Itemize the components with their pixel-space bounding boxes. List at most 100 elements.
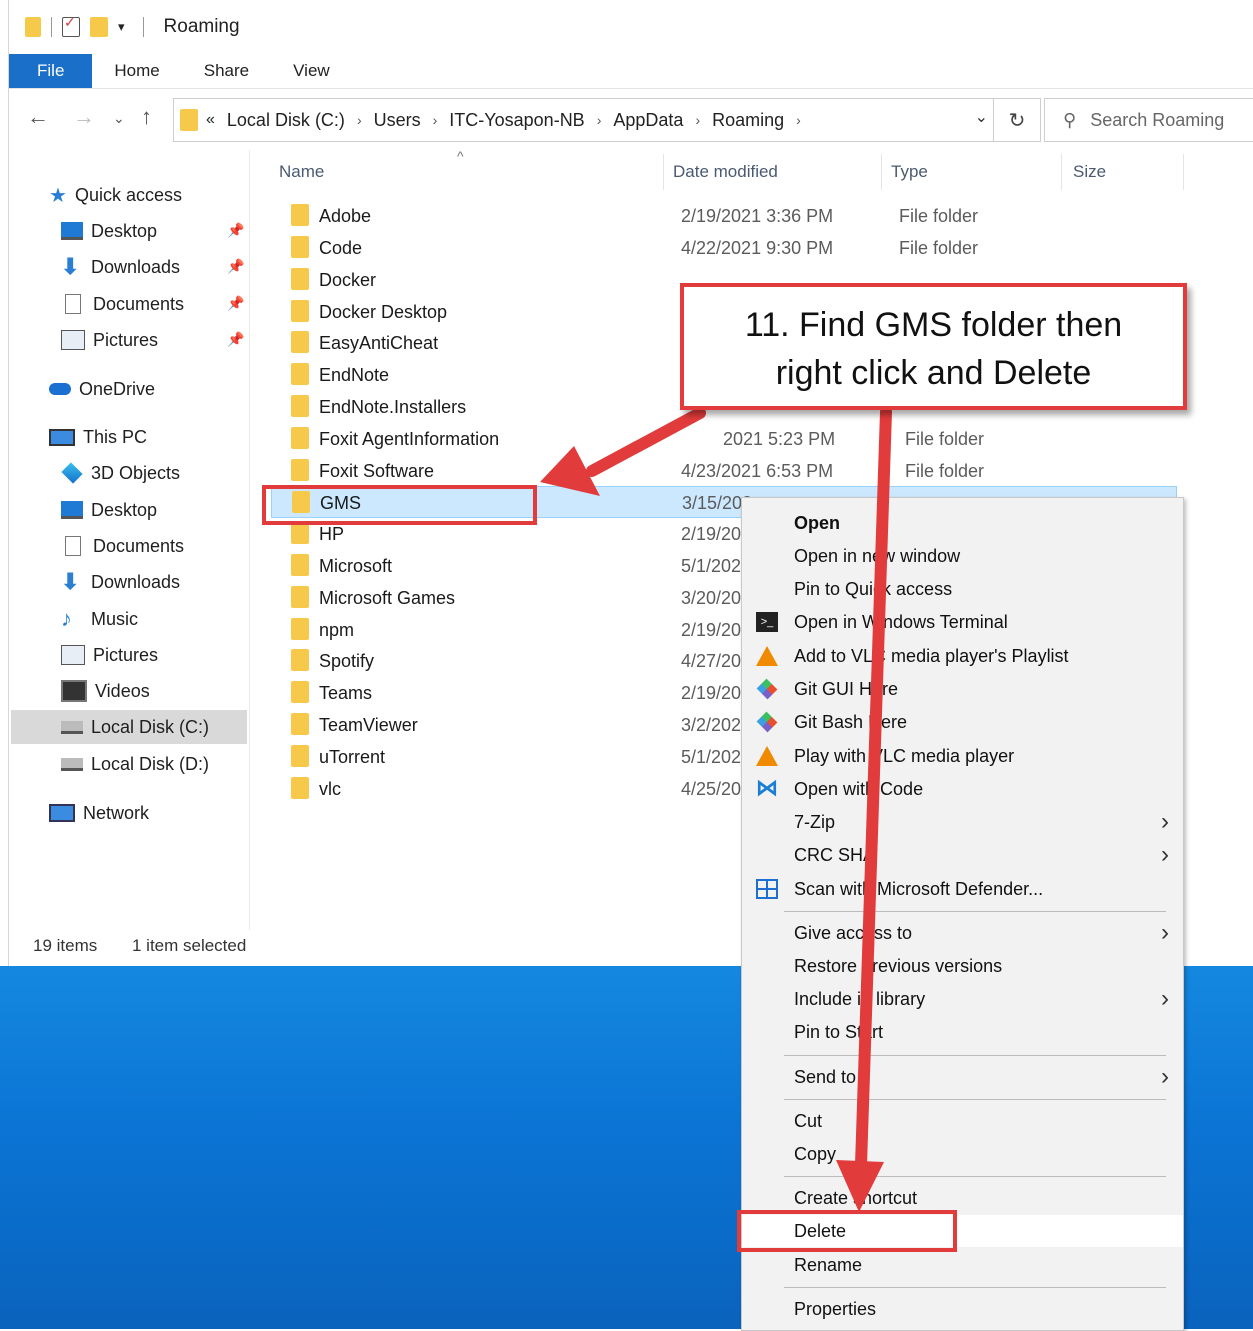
nav-videos[interactable]: Videos <box>61 674 150 708</box>
chevron-right-icon: › <box>1161 808 1169 835</box>
menu-item-include-library[interactable]: Include in library › <box>742 983 1183 1015</box>
menu-item-open-code[interactable]: ⋈ Open with Code <box>742 773 1183 805</box>
list-item[interactable]: Foxit Software 4/23/2021 6:53 PM File fold… <box>271 455 1177 487</box>
video-icon <box>61 680 87 702</box>
nav-pc-pictures[interactable]: Pictures <box>61 638 158 672</box>
properties-icon[interactable] <box>62 14 80 37</box>
folder-icon <box>291 395 309 417</box>
chevron-right-icon: › <box>1161 1063 1169 1090</box>
nav-pc-downloads[interactable]: ⬇ Downloads <box>61 565 180 599</box>
document-icon <box>65 536 81 556</box>
breadcrumb-appdata[interactable]: AppData <box>613 110 683 131</box>
breadcrumb-overflow[interactable]: « <box>206 111 215 129</box>
nav-downloads[interactable]: ⬇ Downloads <box>61 250 180 284</box>
breadcrumb-user[interactable]: ITC-Yosapon-NB <box>449 110 584 131</box>
download-icon: ⬇ <box>61 254 80 279</box>
column-size[interactable]: Size <box>1073 162 1106 182</box>
menu-item-pin-start[interactable]: Pin to Start <box>742 1016 1183 1048</box>
menu-item-cut[interactable]: Cut <box>742 1105 1183 1137</box>
folder-icon <box>291 427 309 449</box>
menu-item-git-bash[interactable]: Git Bash Here <box>742 706 1183 738</box>
nav-pc-desktop[interactable]: Desktop <box>61 493 157 527</box>
list-item[interactable]: Adobe 2/19/2021 3:36 PM File folder <box>271 200 1177 232</box>
tab-home[interactable]: Home <box>92 54 181 88</box>
nav-desktop[interactable]: Desktop <box>61 214 157 248</box>
nav-local-disk-d[interactable]: Local Disk (D:) <box>61 747 209 781</box>
terminal-icon: >_ <box>756 612 778 632</box>
menu-item-properties[interactable]: Properties <box>742 1293 1183 1325</box>
nav-network[interactable]: Network <box>49 796 149 830</box>
drive-icon <box>61 720 83 734</box>
search-icon: ⚲ <box>1063 109 1077 130</box>
breadcrumb-roaming[interactable]: Roaming <box>712 110 784 131</box>
refresh-icon[interactable]: ↻ <box>993 99 1040 141</box>
list-item[interactable]: Code 4/22/2021 9:30 PM File folder <box>271 232 1177 264</box>
back-arrow-icon[interactable]: ← <box>27 104 49 130</box>
menu-item-open-new-window[interactable]: Open in new window <box>742 540 1183 572</box>
annotation-line-2: right click and Delete <box>775 354 1092 392</box>
nav-music[interactable]: ♪ Music <box>61 602 138 636</box>
menu-item-add-vlc-playlist[interactable]: Add to VLC media player's Playlist <box>742 640 1183 672</box>
menu-item-pin-quick-access[interactable]: Pin to Quick access <box>742 573 1183 605</box>
folder-icon <box>180 109 198 131</box>
menu-item-git-gui[interactable]: Git GUI Here <box>742 673 1183 705</box>
menu-item-scan-defender[interactable]: Scan with Microsoft Defender... <box>742 873 1183 905</box>
pictures-icon <box>61 330 85 350</box>
navigation-bar: ← → ⌄ ↑ « Local Disk (C:) › Users › ITC-Yo… <box>9 96 1253 144</box>
menu-item-7zip[interactable]: 7-Zip › <box>742 806 1183 838</box>
tab-view[interactable]: View <box>271 54 352 88</box>
pin-icon: 📌 <box>227 258 245 274</box>
column-type[interactable]: Type <box>891 162 928 182</box>
pin-icon: 📌 <box>227 295 245 311</box>
customize-toolbar-icon[interactable]: ▾ <box>118 19 125 35</box>
navigation-pane: ★ Quick access Desktop 📌 ⬇ Downloads 📌 Doc… <box>9 150 250 930</box>
list-item[interactable]: Foxit AgentInformation 2021 5:23 PM File f… <box>271 423 1177 455</box>
nav-3d-objects[interactable]: 3D Objects <box>61 456 180 490</box>
nav-quick-access[interactable]: ★ Quick access <box>49 178 182 212</box>
menu-item-restore-versions[interactable]: Restore previous versions <box>742 950 1183 982</box>
folder-icon <box>291 745 309 767</box>
menu-item-give-access[interactable]: Give access to › <box>742 917 1183 949</box>
folder-icon <box>291 204 309 226</box>
delete-highlight-box <box>737 1210 957 1252</box>
search-input[interactable]: ⚲ Search Roaming <box>1044 98 1253 142</box>
breadcrumb-users[interactable]: Users <box>374 110 421 131</box>
git-icon <box>756 711 778 733</box>
pin-icon: 📌 <box>227 222 245 238</box>
address-bar[interactable]: « Local Disk (C:) › Users › ITC-Yosapon-NB… <box>173 98 1041 142</box>
music-icon: ♪ <box>61 606 72 631</box>
git-icon <box>756 678 778 700</box>
annotation-line-1: 11. Find GMS folder then <box>744 306 1123 344</box>
column-name[interactable]: Name <box>279 162 324 182</box>
new-folder-icon[interactable] <box>90 17 108 37</box>
folder-icon <box>291 586 309 608</box>
folder-icon <box>291 554 309 576</box>
menu-item-rename[interactable]: Rename <box>742 1249 1183 1281</box>
nav-this-pc[interactable]: This PC <box>49 420 147 454</box>
nav-documents[interactable]: Documents <box>61 287 184 321</box>
menu-item-crc-sha[interactable]: CRC SHA › <box>742 839 1183 871</box>
forward-arrow-icon[interactable]: → <box>73 104 95 130</box>
nav-local-disk-c[interactable]: Local Disk (C:) <box>11 710 247 744</box>
cloud-icon <box>49 383 71 395</box>
nav-pictures[interactable]: Pictures <box>61 323 158 357</box>
menu-item-play-vlc[interactable]: Play with VLC media player <box>742 740 1183 772</box>
column-date-modified[interactable]: Date modified <box>673 162 778 182</box>
recent-locations-icon[interactable]: ⌄ <box>113 110 125 127</box>
window-title: Roaming <box>163 16 240 37</box>
menu-item-copy[interactable]: Copy <box>742 1138 1183 1170</box>
nav-pc-documents[interactable]: Documents <box>61 529 184 563</box>
chevron-down-icon[interactable]: ⌄ <box>975 107 988 127</box>
gms-highlight-box <box>262 485 537 525</box>
tab-file[interactable]: File <box>9 54 93 88</box>
breadcrumb-local-disk[interactable]: Local Disk (C:) <box>227 110 345 131</box>
nav-onedrive[interactable]: OneDrive <box>49 372 155 406</box>
menu-item-open[interactable]: Open <box>742 507 1183 539</box>
menu-item-send-to[interactable]: Send to › <box>742 1061 1183 1093</box>
selection-count: 1 item selected <box>131 936 247 955</box>
menu-item-open-terminal[interactable]: >_ Open in Windows Terminal <box>742 606 1183 638</box>
annotation-callout: 11. Find GMS folder then right click and… <box>680 283 1187 410</box>
up-arrow-icon[interactable]: ↑ <box>141 104 152 130</box>
tab-share[interactable]: Share <box>182 54 271 88</box>
network-icon <box>49 804 75 822</box>
